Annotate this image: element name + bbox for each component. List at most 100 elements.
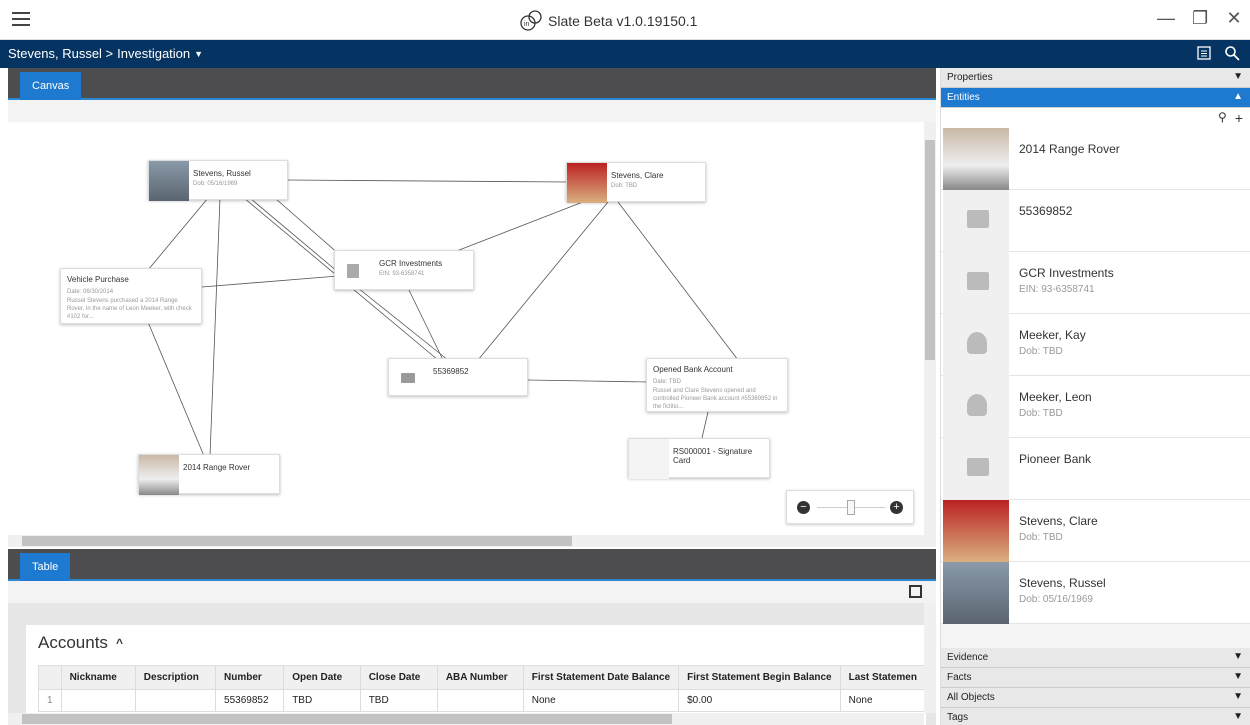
scroll-thumb[interactable]: [925, 140, 935, 360]
list-item[interactable]: Meeker, Leon Dob: TBD: [941, 376, 1250, 438]
node-vehicle-purchase[interactable]: Vehicle Purchase Date: 06/30/2014 Russel…: [60, 268, 202, 324]
right-panel: Properties ▼ Entities ▲ ⚲ + 2014 Range R…: [940, 68, 1250, 725]
list-item[interactable]: Meeker, Kay Dob: TBD: [941, 314, 1250, 376]
node-stevens-russel[interactable]: Stevens, Russel Dob: 05/16/1969: [148, 160, 288, 201]
breadcrumb-parent[interactable]: Stevens, Russel >: [8, 46, 113, 61]
entity-subtitle: Dob: TBD: [1019, 346, 1063, 357]
entity-name: Stevens, Clare: [1019, 514, 1098, 528]
graph-canvas[interactable]: Stevens, Russel Dob: 05/16/1969 Stevens,…: [8, 122, 936, 547]
table-horizontal-scrollbar[interactable]: [8, 713, 924, 725]
entity-name: GCR Investments: [1019, 266, 1114, 280]
column-header[interactable]: ABA Number: [436, 665, 524, 690]
list-item[interactable]: Pioneer Bank: [941, 438, 1250, 500]
person-icon: [967, 332, 987, 354]
tags-section-header[interactable]: Tags ▼: [941, 708, 1250, 725]
column-header[interactable]: Last Statemen: [839, 665, 927, 690]
entity-thumbnail: [943, 128, 1009, 190]
id-card-icon: [401, 373, 415, 383]
row-index-header: [38, 665, 62, 690]
chevron-up-icon[interactable]: ^: [116, 636, 123, 650]
hamburger-menu-icon[interactable]: [12, 12, 30, 26]
window-controls: — ❐ ✕: [1157, 8, 1242, 28]
minimize-icon[interactable]: —: [1157, 8, 1175, 28]
tab-table[interactable]: Table: [20, 553, 71, 581]
node-description: Russel Stevens purchased a 2014 Range Ro…: [67, 298, 192, 320]
search-icon[interactable]: ⚲: [1218, 110, 1227, 126]
table-vertical-scrollbar[interactable]: [924, 603, 936, 713]
chevron-down-icon: ▼: [1233, 671, 1243, 682]
zoom-out-button[interactable]: −: [797, 501, 810, 514]
popout-icon[interactable]: [909, 585, 922, 598]
entity-name: 55369852: [1019, 204, 1073, 218]
edge-vehicle-rover: [147, 321, 205, 457]
breadcrumb-current[interactable]: Investigation: [117, 46, 190, 61]
list-item[interactable]: 2014 Range Rover: [941, 128, 1250, 190]
table-row[interactable]: 1 55369852 TBD TBD None $0.00 None: [38, 689, 927, 712]
node-account-55369852[interactable]: 55369852: [388, 358, 528, 396]
app-title: in Slate Beta v1.0.19150.1: [520, 10, 697, 32]
chevron-down-icon[interactable]: ▼: [194, 49, 203, 59]
node-title: RS000001 - Signature Card: [673, 447, 753, 465]
column-header[interactable]: Close Date: [359, 665, 438, 690]
cell-description[interactable]: [134, 689, 217, 712]
search-icon[interactable]: [1224, 45, 1240, 61]
app-title-text: Slate Beta v1.0.19150.1: [548, 13, 698, 29]
cell-nickname[interactable]: [60, 689, 136, 712]
column-header[interactable]: First Statement Begin Balance: [678, 665, 841, 690]
node-description: Russel and Clare Stevens opened and cont…: [653, 388, 778, 410]
entity-thumbnail: [943, 438, 1009, 500]
facts-section-header[interactable]: Facts ▼: [941, 668, 1250, 688]
entity-name: Stevens, Russel: [1019, 576, 1106, 590]
column-header[interactable]: Number: [215, 665, 285, 690]
cell-close-date[interactable]: TBD: [359, 689, 438, 712]
accounts-header[interactable]: Accounts ^: [38, 633, 123, 653]
cell-last-statement[interactable]: None: [839, 689, 927, 712]
add-icon[interactable]: +: [1235, 110, 1243, 126]
node-title: Stevens, Clare: [611, 171, 664, 180]
zoom-in-button[interactable]: +: [890, 501, 903, 514]
entities-section-header[interactable]: Entities ▲: [941, 88, 1250, 108]
cell-first-statement-date-balance[interactable]: None: [522, 689, 680, 712]
canvas-vertical-scrollbar[interactable]: [924, 122, 936, 547]
list-item[interactable]: Stevens, Clare Dob: TBD: [941, 500, 1250, 562]
properties-section-header[interactable]: Properties ▼: [941, 68, 1250, 88]
scroll-thumb[interactable]: [22, 536, 572, 546]
entity-thumbnail: [943, 500, 1009, 562]
node-gcr-investments[interactable]: GCR Investments EIN: 93-6358741: [334, 250, 474, 290]
cell-first-statement-begin-balance[interactable]: $0.00: [678, 689, 841, 712]
tab-canvas[interactable]: Canvas: [20, 72, 82, 100]
edge-clare-gcr: [453, 199, 589, 253]
column-header[interactable]: Nickname: [60, 665, 136, 690]
node-subtitle: Dob: 05/16/1969: [193, 181, 238, 187]
node-stevens-clare[interactable]: Stevens, Clare Dob: TBD: [566, 162, 706, 203]
evidence-section-header[interactable]: Evidence ▼: [941, 648, 1250, 668]
column-header[interactable]: Description: [134, 665, 217, 690]
node-opened-bank-account[interactable]: Opened Bank Account Date: TBD Russel and…: [646, 358, 788, 412]
edge-account-opened: [527, 379, 649, 383]
node-signature-card[interactable]: RS000001 - Signature Card: [628, 438, 770, 479]
notes-icon[interactable]: [1196, 45, 1212, 61]
clare-photo: [943, 500, 1009, 562]
zoom-slider[interactable]: [847, 500, 855, 515]
list-item[interactable]: 55369852: [941, 190, 1250, 252]
node-2014-range-rover[interactable]: 2014 Range Rover: [138, 454, 280, 495]
list-item[interactable]: Stevens, Russel Dob: 05/16/1969: [941, 562, 1250, 624]
clare-photo: [567, 163, 607, 203]
cell-number[interactable]: 55369852: [215, 689, 285, 712]
range-rover-photo: [139, 455, 179, 495]
canvas-horizontal-scrollbar[interactable]: [8, 535, 924, 547]
maximize-icon[interactable]: ❐: [1192, 8, 1208, 28]
entity-subtitle: EIN: 93-6358741: [1019, 284, 1095, 295]
cell-aba-number[interactable]: [436, 689, 524, 712]
entity-name: Meeker, Leon: [1019, 390, 1092, 404]
scroll-thumb[interactable]: [22, 714, 672, 724]
cell-open-date[interactable]: TBD: [283, 689, 361, 712]
column-header[interactable]: First Statement Date Balance: [522, 665, 680, 690]
chevron-down-icon: ▼: [1233, 691, 1243, 702]
column-header[interactable]: Open Date: [283, 665, 361, 690]
list-item[interactable]: GCR Investments EIN: 93-6358741: [941, 252, 1250, 314]
all-objects-section-header[interactable]: All Objects ▼: [941, 688, 1250, 708]
close-icon[interactable]: ✕: [1226, 8, 1242, 28]
navigation-bar: Stevens, Russel > Investigation ▼: [0, 40, 1250, 68]
node-title: Stevens, Russel: [193, 169, 251, 178]
